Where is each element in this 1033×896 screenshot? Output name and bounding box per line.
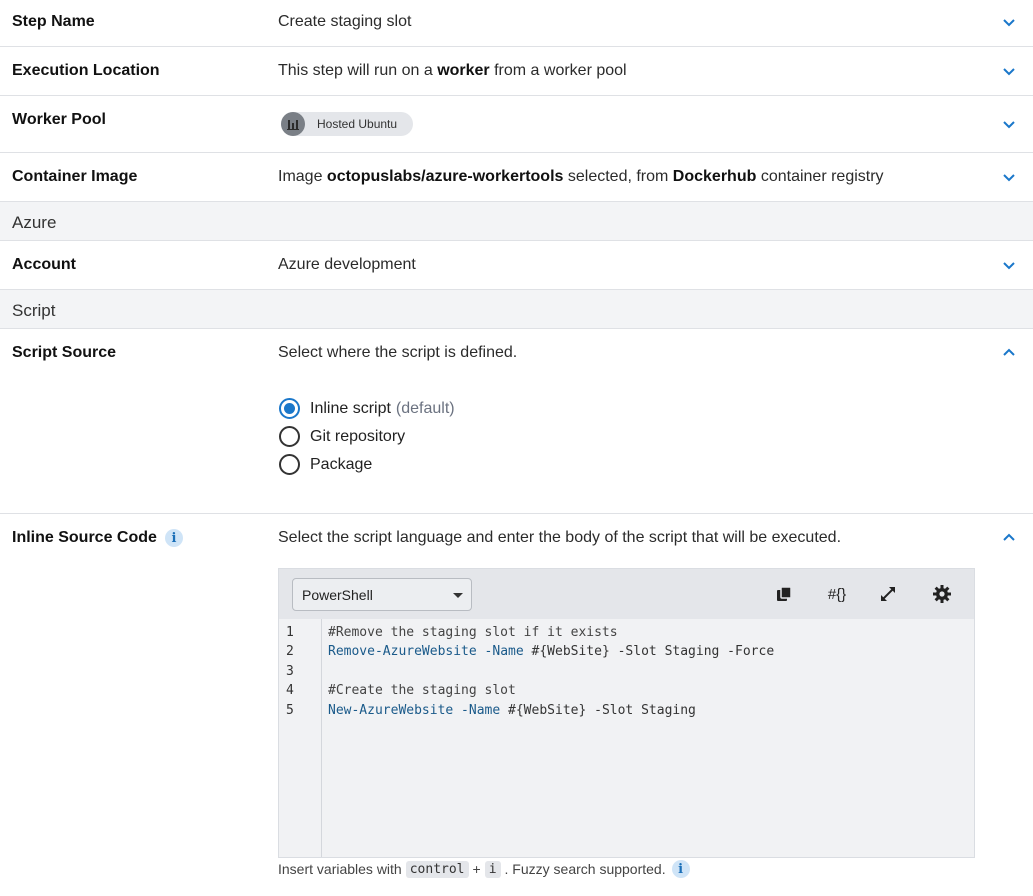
info-icon[interactable]: i bbox=[164, 529, 183, 547]
code-line: #Create the staging slot bbox=[328, 683, 516, 698]
radio-inline-script-suffix: (default) bbox=[395, 399, 455, 417]
chevron-down-icon[interactable] bbox=[1001, 63, 1017, 79]
section-azure: Azure bbox=[0, 202, 1033, 241]
inline-source-code-value: Select the script language and enter the… bbox=[278, 529, 842, 546]
settings-icon[interactable] bbox=[931, 583, 953, 605]
radio-unselected-icon[interactable] bbox=[279, 426, 300, 447]
step-name-value: Create staging slot bbox=[278, 13, 412, 30]
line-number: 2 bbox=[286, 644, 294, 659]
section-script-title: Script bbox=[12, 301, 56, 320]
radio-inline-script-label: Inline script bbox=[310, 399, 391, 417]
chevron-down-icon[interactable] bbox=[1001, 257, 1017, 273]
script-source-label: Script Source bbox=[12, 344, 117, 361]
expand-icon[interactable] bbox=[877, 583, 899, 605]
line-number: 1 bbox=[286, 625, 294, 640]
row-step-name[interactable]: Step Name Create staging slot bbox=[0, 0, 1033, 47]
section-script: Script bbox=[0, 290, 1033, 329]
inline-source-code-label: Inline Source Code i bbox=[12, 529, 183, 547]
line-number-gutter: 1 2 3 4 5 bbox=[279, 619, 322, 857]
radio-selected-icon[interactable] bbox=[279, 398, 300, 419]
account-value: Azure development bbox=[278, 256, 416, 273]
worker-pool-chip-text: Hosted Ubuntu bbox=[317, 117, 398, 131]
row-script-source: Script Source Select where the script is… bbox=[0, 329, 1033, 514]
key-control: control bbox=[405, 860, 469, 878]
radio-inline-script[interactable]: Inline script (default) bbox=[279, 398, 455, 419]
execution-location-label: Execution Location bbox=[12, 62, 160, 79]
worker-pool-label: Worker Pool bbox=[12, 111, 106, 128]
key-i: i bbox=[484, 860, 501, 878]
editor-toolbar: PowerShell #{} bbox=[279, 569, 974, 619]
row-execution-location[interactable]: Execution Location This step will run on… bbox=[0, 47, 1033, 96]
caret-down-icon bbox=[453, 593, 463, 598]
script-source-value: Select where the script is defined. bbox=[278, 344, 518, 361]
step-name-label: Step Name bbox=[12, 13, 95, 30]
radio-git-repository-label: Git repository bbox=[310, 427, 406, 445]
language-select-value: PowerShell bbox=[302, 587, 373, 603]
chevron-down-icon[interactable] bbox=[1001, 169, 1017, 185]
container-image-label: Container Image bbox=[12, 168, 138, 185]
info-icon[interactable]: i bbox=[671, 860, 690, 878]
variable-icon[interactable]: #{} bbox=[822, 583, 852, 605]
code-line: Remove-AzureWebsite -Name #{WebSite} -Sl… bbox=[328, 644, 775, 659]
code-line: New-AzureWebsite -Name #{WebSite} -Slot … bbox=[328, 703, 696, 718]
code-line: #Remove the staging slot if it exists bbox=[328, 625, 618, 640]
line-number: 5 bbox=[286, 703, 294, 718]
code-area[interactable]: #Remove the staging slot if it exists Re… bbox=[322, 619, 972, 857]
bar-chart-icon bbox=[281, 112, 305, 136]
language-select[interactable]: PowerShell bbox=[292, 578, 472, 611]
variable-hint: Insert variables with control + i . Fuzz… bbox=[278, 860, 690, 878]
copy-icon[interactable] bbox=[773, 583, 795, 605]
chevron-down-icon[interactable] bbox=[1001, 14, 1017, 30]
radio-unselected-icon[interactable] bbox=[279, 454, 300, 475]
chevron-up-icon[interactable] bbox=[1001, 345, 1017, 361]
execution-location-value: This step will run on a worker from a wo… bbox=[278, 62, 627, 79]
line-number: 4 bbox=[286, 683, 294, 698]
radio-package-label: Package bbox=[310, 455, 373, 473]
row-container-image[interactable]: Container Image Image octopuslabs/azure-… bbox=[0, 153, 1033, 202]
chevron-down-icon[interactable] bbox=[1001, 116, 1017, 132]
container-image-value: Image octopuslabs/azure-workertools sele… bbox=[278, 168, 884, 185]
section-azure-title: Azure bbox=[12, 213, 57, 232]
script-editor[interactable]: PowerShell #{} 1 2 3 4 5 #Remove the sta… bbox=[278, 568, 975, 858]
line-number: 3 bbox=[286, 664, 294, 679]
radio-git-repository[interactable]: Git repository bbox=[279, 426, 405, 447]
radio-package[interactable]: Package bbox=[279, 454, 372, 475]
row-account[interactable]: Account Azure development bbox=[0, 241, 1033, 290]
chevron-up-icon[interactable] bbox=[1001, 530, 1017, 546]
worker-pool-chip: Hosted Ubuntu bbox=[281, 112, 413, 136]
row-worker-pool[interactable]: Worker Pool bbox=[0, 96, 1033, 153]
account-label: Account bbox=[12, 256, 76, 273]
